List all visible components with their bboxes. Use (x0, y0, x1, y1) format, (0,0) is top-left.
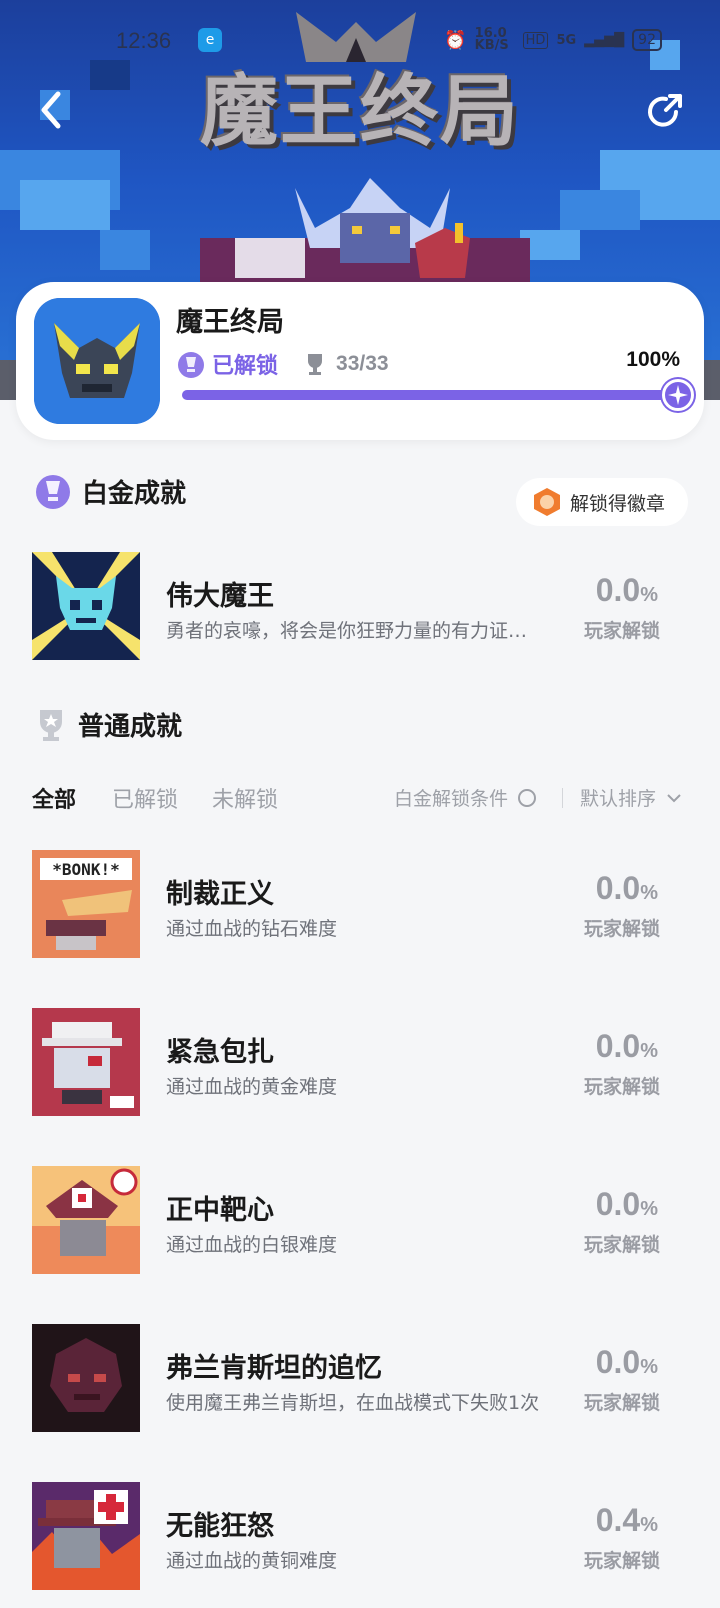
unlock-status-row: 已解锁 33/33 (176, 348, 696, 380)
achievement-row[interactable]: 弗兰肯斯坦的追忆 使用魔王弗兰肯斯坦，在血战模式下失败1次 0.0% 玩家解锁 (32, 1324, 688, 1432)
achievement-description: 使用魔王弗兰肯斯坦，在血战模式下失败1次 (166, 1392, 540, 1414)
unlocked-label: 已解锁 (212, 354, 279, 379)
achievement-row[interactable]: *BONK!* 制裁正义 通过血战的钻石难度 0.0% 玩家解锁 (32, 850, 688, 958)
achievement-unlock-label: 玩家解锁 (583, 1550, 660, 1572)
achievement-unlock-rate: 0.4% (595, 1502, 658, 1538)
achievement-name: 无能狂怒 (166, 1511, 274, 1542)
achievement-row[interactable]: 无能狂怒 通过血战的黄铜难度 0.4% 玩家解锁 (32, 1482, 688, 1590)
progress-fill (182, 390, 678, 400)
radio-icon (518, 788, 537, 807)
tab-all[interactable]: 全部 (32, 782, 76, 814)
unlock-badge-label: 解锁得徽章 (570, 492, 666, 515)
status-icons: ⏰ 16.0 KB/S HD 5G ▂▄▆█ 92 (444, 26, 662, 53)
svg-text:*BONK!*: *BONK!* (52, 860, 119, 879)
sort-dropdown[interactable]: 默认排序 (580, 784, 684, 811)
achievement-unlock-label: 玩家解锁 (583, 1234, 660, 1256)
achievement-unlock-rate: 0.0% (595, 1186, 658, 1222)
back-arrow-icon[interactable] (34, 88, 68, 132)
achievement-name: 伟大魔王 (166, 581, 274, 612)
battery-icon: 92 (632, 29, 662, 51)
achievement-description: 通过血战的白银难度 (166, 1234, 338, 1256)
achievement-description: 通过血战的黄铜难度 (166, 1550, 338, 1572)
platinum-condition-label: 白金解锁条件 (394, 788, 509, 810)
normal-section-header: 普通成就 (34, 706, 182, 743)
tab-locked[interactable]: 未解锁 (212, 782, 278, 814)
sort-label: 默认排序 (580, 788, 657, 810)
achievement-unlock-label: 玩家解锁 (583, 1392, 660, 1414)
achievement-image (32, 1008, 140, 1116)
status-time: 12:36 (116, 28, 172, 53)
achievement-name: 正中靶心 (166, 1195, 274, 1226)
achievement-filter-bar: 全部 已解锁 未解锁 白金解锁条件 默认排序 (32, 782, 688, 818)
achievement-image: *BONK!* (32, 850, 140, 958)
achievement-name: 制裁正义 (166, 879, 274, 910)
sparkle-icon (662, 379, 694, 411)
demon-crown-icon (296, 12, 416, 62)
badge-icon (534, 488, 560, 516)
trophy-icon (308, 354, 323, 375)
achievement-description: 通过血战的黄金难度 (166, 1076, 338, 1098)
achievement-description: 勇者的哀嚎，将会是你狂野力量的有力证… (166, 620, 528, 642)
achievement-name: 紧急包扎 (166, 1037, 274, 1068)
platinum-achievement-row[interactable]: 伟大魔王 勇者的哀嚎，将会是你狂野力量的有力证… 0.0% 玩家解锁 (32, 552, 688, 660)
achievement-unlock-label: 玩家解锁 (583, 620, 660, 642)
trophy-count: 33/33 (336, 352, 389, 375)
achievement-image (32, 1482, 140, 1590)
signal-icon: ▂▄▆█ (584, 32, 625, 48)
achievement-unlock-rate: 0.0% (595, 572, 658, 608)
hd-badge: HD (522, 31, 549, 49)
achievement-row[interactable]: 紧急包扎 通过血战的黄金难度 0.0% 玩家解锁 (32, 1008, 688, 1116)
chevron-down-icon (667, 793, 681, 802)
achievement-unlock-rate: 0.0% (595, 1028, 658, 1064)
signal-label: 5G (556, 32, 577, 48)
achievement-unlock-rate: 0.0% (595, 870, 658, 906)
achievement-unlock-label: 玩家解锁 (583, 918, 660, 940)
achievement-unlock-rate: 0.0% (595, 1344, 658, 1380)
demon-king-illustration (200, 178, 530, 288)
game-name: 魔王终局 (176, 307, 284, 338)
normal-section-title: 普通成就 (78, 712, 183, 742)
achievement-image (32, 1166, 140, 1274)
share-icon[interactable] (646, 90, 688, 132)
game-summary-card: 魔王终局 已解锁 33/33 100% (16, 282, 704, 440)
achievement-unlock-label: 玩家解锁 (583, 1076, 660, 1098)
platinum-trophy-icon (178, 352, 204, 378)
unlock-badge-button[interactable]: 解锁得徽章 (516, 478, 688, 526)
completion-progress-bar (182, 379, 694, 411)
divider (562, 788, 563, 808)
game-icon[interactable] (34, 298, 160, 424)
network-speed: 16.0 KB/S (474, 26, 509, 53)
app-notification-icon: e (198, 28, 222, 52)
achievement-image (32, 1324, 140, 1432)
platinum-trophy-icon (36, 475, 70, 509)
banner-title: 魔王终局 (199, 67, 520, 157)
alarm-icon: ⏰ (444, 29, 467, 51)
achievement-row[interactable]: 正中靶心 通过血战的白银难度 0.0% 玩家解锁 (32, 1166, 688, 1274)
completion-percent: 100% (626, 348, 680, 371)
tab-unlocked[interactable]: 已解锁 (112, 782, 178, 814)
platinum-condition-toggle[interactable]: 白金解锁条件 (394, 784, 537, 811)
achievement-description: 通过血战的钻石难度 (166, 918, 338, 940)
achievement-name: 弗兰肯斯坦的追忆 (166, 1353, 382, 1384)
achievement-image (32, 552, 140, 660)
platinum-section-header: 白金成就 (34, 472, 186, 510)
platinum-section-title: 白金成就 (82, 478, 187, 509)
trophy-icon (40, 709, 62, 741)
